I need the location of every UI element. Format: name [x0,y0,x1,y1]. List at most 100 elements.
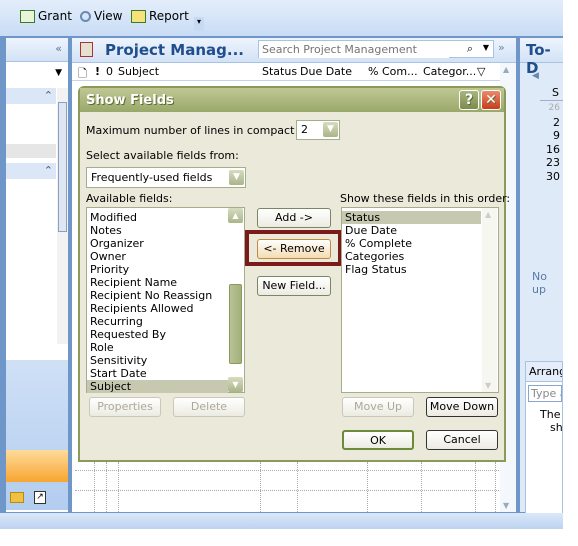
list-item[interactable]: Recipients Allowed [87,302,228,315]
available-scrollbar[interactable]: ▲ ▼ [228,208,243,392]
list-item[interactable]: Requested By [87,328,228,341]
search-options-icon[interactable]: ▼ [483,43,489,52]
available-fields-label: Available fields: [86,192,173,205]
shown-fields-label: Show these fields in this order: [340,192,511,205]
list-item[interactable]: Priority [87,263,228,276]
shown-fields-list[interactable]: Status Due Date% Complete Categories Flag S… [341,207,499,393]
list-item[interactable]: Notes [87,224,228,237]
list-item[interactable]: Start Date [87,367,228,380]
shortcut-icon[interactable]: ↗ [34,491,46,504]
folder-icon[interactable] [10,492,24,503]
list-item[interactable]: Recurring [87,315,228,328]
column-due-date[interactable]: Due Date [300,65,352,78]
new-field-button[interactable]: New Field... [257,276,331,296]
prev-month-icon[interactable]: ◀ [532,71,539,81]
nav-section-header[interactable]: ⌃ [6,88,56,104]
list-item[interactable]: Owner [87,250,228,263]
collapse-icon[interactable]: « [55,42,62,55]
pane-header: Project Manag... ⌕ ▼ » [72,38,516,63]
importance-icon[interactable]: ! [95,65,100,78]
calendar-day[interactable]: 23 [538,156,560,170]
delete-button[interactable]: Delete [173,397,245,417]
empty-message: sh [550,421,563,434]
calendar-day-header: S [552,86,559,99]
chevron-down-icon: ▼ [323,122,338,137]
list-item[interactable]: Subject [87,380,228,393]
list-item[interactable]: Recipient No Reassign [87,289,228,302]
list-item[interactable]: Organizer [87,237,228,250]
nav-buttons[interactable] [6,360,68,510]
expand-icon[interactable]: » [498,41,505,54]
nav-header: « [6,38,68,62]
grid-line [75,470,499,471]
shown-scrollbar[interactable]: ▲ ▼ [482,208,497,392]
properties-button[interactable]: Properties [89,397,161,417]
list-item[interactable]: Sensitivity [87,354,228,367]
calendar-day[interactable]: 9 [538,129,560,143]
chevron-down-icon: ▼ [229,170,244,185]
dialog-title-bar: Show Fields ? ✕ [80,88,504,112]
grant-button[interactable]: Grant [20,9,72,23]
select-from-label: Select available fields from: [86,149,239,162]
move-up-button[interactable]: Move Up [342,397,414,417]
add-button[interactable]: Add -> [257,208,331,228]
dialog-title: Show Fields [86,93,174,108]
pane-title: Project Manag... [105,41,244,59]
ok-button[interactable]: OK [342,430,414,450]
column-status[interactable]: Status [262,65,297,78]
list-item[interactable]: Categories [342,250,481,263]
status-bar [0,513,563,529]
grid-line [75,490,499,491]
list-item[interactable]: Role [87,341,228,354]
view-icon [80,10,91,22]
scroll-down-icon[interactable]: ▼ [228,377,243,392]
list-item[interactable]: Modified [87,211,228,224]
arrange-by-header[interactable]: Arrang [526,362,562,382]
move-down-button[interactable]: Move Down [426,397,498,417]
toolbar-options-icon[interactable]: ▾ [194,17,204,31]
doc-icon[interactable]: 🗋 [78,65,87,84]
nav-item[interactable] [6,144,56,158]
search-box[interactable]: ⌕ ▼ [258,40,494,58]
list-item[interactable]: Due Date [342,224,481,237]
scroll-up-icon[interactable]: ▲ [228,208,243,223]
search-icon[interactable]: ⌕ [467,42,473,56]
task-icon [80,42,93,57]
column-subject[interactable]: Subject [118,65,159,78]
field-set-select[interactable]: Frequently-used fields ▼ [86,167,246,188]
close-icon[interactable]: ✕ [481,90,501,110]
chevron-up-icon[interactable]: ⌃ [44,89,53,102]
help-icon[interactable]: ? [459,90,479,110]
nav-section-header[interactable]: ⌃ [6,163,56,179]
report-button[interactable]: Report [131,9,189,23]
view-button[interactable]: View [80,9,122,23]
calendar-day[interactable]: 16 [538,143,560,157]
column-headers: 🗋 ! 0 Subject Status Due Date % Com... C… [72,63,500,81]
column-categories[interactable]: Categor... [423,65,476,78]
scroll-thumb[interactable] [229,284,242,364]
empty-message: The [540,408,561,421]
dropdown-arrow-icon[interactable]: ▼ [55,68,62,78]
filter-icon[interactable]: ▽ [477,65,485,78]
max-lines-select[interactable]: 2 ▼ [296,120,340,140]
attachment-icon[interactable]: 0 [106,65,113,78]
search-input[interactable] [259,41,449,58]
nav-scrollbar[interactable] [57,88,68,344]
chevron-up-icon: ⌃ [43,164,53,177]
column-complete[interactable]: % Com... [368,65,418,78]
new-task-input[interactable]: Type a [528,385,562,402]
calendar-day[interactable]: 2 [538,116,560,130]
toolbar: Grant View Report ▾ [0,0,563,36]
list-item[interactable]: Recipient Name [87,276,228,289]
remove-button[interactable]: <- Remove [257,239,331,259]
list-item[interactable]: Flag Status [342,263,481,276]
no-appointments-text: No up [532,270,547,296]
cancel-button[interactable]: Cancel [426,430,498,450]
calendar-day[interactable]: 30 [538,170,560,184]
list-item[interactable]: % Complete [342,237,481,250]
available-fields-list[interactable]: Modified Notes Organizer Owner Priority Recip… [86,207,245,393]
todo-bar: To-D ◀ S 26 2 9 16 23 30 No up Arrang Ty… [520,38,563,526]
calendar-day[interactable]: 26 [538,102,560,116]
list-item[interactable]: Status [342,211,481,224]
nav-button-selected[interactable] [6,450,68,482]
